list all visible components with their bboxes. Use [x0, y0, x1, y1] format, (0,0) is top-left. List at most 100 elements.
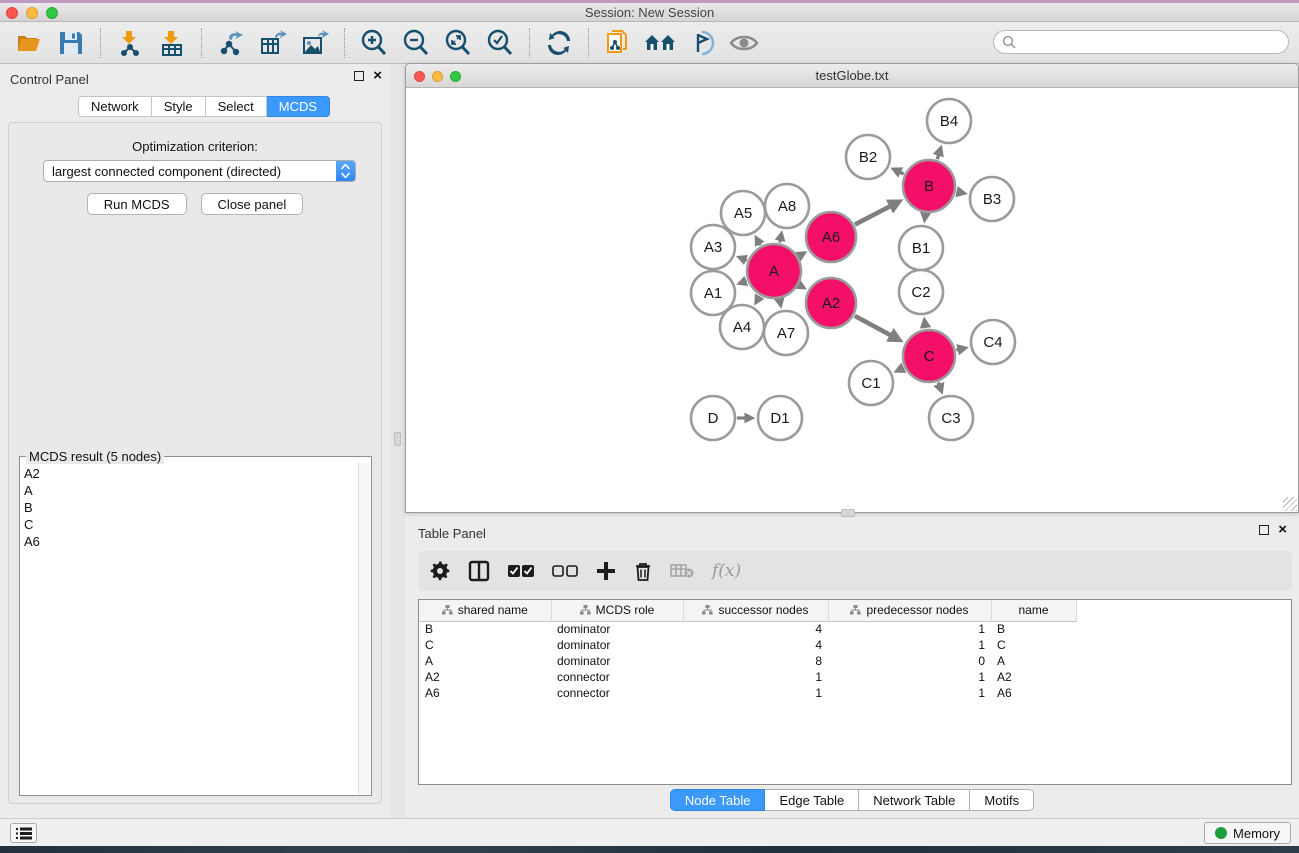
search-input[interactable]	[1022, 35, 1280, 49]
graph-edge[interactable]	[780, 235, 781, 242]
graph-edge[interactable]	[757, 296, 760, 301]
table-cell[interactable]: dominator	[551, 621, 683, 637]
table-cell[interactable]: 0	[828, 653, 991, 669]
import-table-icon[interactable]	[155, 26, 189, 60]
result-item[interactable]: A6	[22, 533, 357, 550]
tab-motifs[interactable]: Motifs	[970, 789, 1034, 811]
graph-edge[interactable]	[937, 150, 940, 159]
export-image-icon[interactable]	[298, 26, 332, 60]
export-network-icon[interactable]	[214, 26, 248, 60]
graph-edge[interactable]	[896, 170, 904, 174]
result-item[interactable]: C	[22, 516, 357, 533]
table-cell[interactable]: 1	[828, 669, 991, 685]
minimize-window-button[interactable]	[26, 7, 38, 19]
open-session-icon[interactable]	[12, 26, 46, 60]
table-row[interactable]: Bdominator41B	[419, 621, 1076, 637]
zoom-fit-icon[interactable]	[441, 26, 475, 60]
graph-edge[interactable]	[956, 349, 963, 351]
eye-icon[interactable]	[727, 26, 761, 60]
resize-grip-icon[interactable]	[1283, 497, 1297, 511]
graph-edge[interactable]	[799, 254, 803, 256]
graph-edge[interactable]	[925, 322, 926, 328]
graph-edge[interactable]	[799, 285, 802, 287]
column-header[interactable]: name	[991, 600, 1076, 621]
network-minimize-button[interactable]	[432, 71, 443, 82]
table-cell[interactable]: A6	[419, 685, 551, 701]
column-header[interactable]: successor nodes	[683, 600, 828, 621]
table-cell[interactable]: 1	[683, 685, 828, 701]
memory-button[interactable]: Memory	[1204, 822, 1291, 844]
graph-edge[interactable]	[780, 299, 781, 303]
table-row[interactable]: Adominator80A	[419, 653, 1076, 669]
tab-select[interactable]: Select	[206, 96, 267, 117]
import-network-icon[interactable]	[113, 26, 147, 60]
graph-edge[interactable]	[757, 240, 760, 246]
table-cell[interactable]: A	[419, 653, 551, 669]
zoom-window-button[interactable]	[46, 7, 58, 19]
vertical-splitter-handle[interactable]	[394, 432, 401, 446]
table-cell[interactable]: dominator	[551, 637, 683, 653]
network-window-titlebar[interactable]: testGlobe.txt	[406, 64, 1298, 88]
table-cell[interactable]: connector	[551, 669, 683, 685]
tab-style[interactable]: Style	[152, 96, 206, 117]
gear-icon[interactable]	[430, 561, 450, 581]
table-cell[interactable]: dominator	[551, 653, 683, 669]
trash-icon[interactable]	[634, 561, 652, 581]
float-panel-icon[interactable]	[354, 71, 364, 81]
new-network-from-selection-icon[interactable]	[601, 26, 635, 60]
result-scrollbar[interactable]	[358, 463, 370, 794]
horizontal-splitter-handle[interactable]	[841, 509, 855, 517]
table-cell[interactable]: 4	[683, 621, 828, 637]
table-cell[interactable]: C	[419, 637, 551, 653]
table-row[interactable]: A2connector11A2	[419, 669, 1076, 685]
hide-details-icon[interactable]	[685, 26, 719, 60]
table-cell[interactable]: 1	[683, 669, 828, 685]
table-row[interactable]: A6connector11A6	[419, 685, 1076, 701]
result-item[interactable]: B	[22, 499, 357, 516]
zoom-selected-icon[interactable]	[483, 26, 517, 60]
table-cell[interactable]: connector	[551, 685, 683, 701]
add-icon[interactable]	[596, 561, 616, 581]
network-close-button[interactable]	[414, 71, 425, 82]
criterion-dropdown[interactable]: largest connected component (directed)	[43, 160, 356, 182]
tab-network-table[interactable]: Network Table	[859, 789, 970, 811]
tab-edge-table[interactable]: Edge Table	[765, 789, 859, 811]
checked-boxes-icon[interactable]	[508, 564, 534, 578]
graph-edge[interactable]	[855, 203, 896, 225]
table-cell[interactable]: A2	[419, 669, 551, 685]
close-window-button[interactable]	[6, 7, 18, 19]
table-cell[interactable]: 1	[828, 621, 991, 637]
table-row[interactable]: Cdominator41C	[419, 637, 1076, 653]
graph-edge[interactable]	[925, 214, 926, 218]
table-cell[interactable]: 1	[828, 637, 991, 653]
table-cell[interactable]: B	[991, 621, 1076, 637]
close-panel-button[interactable]: Close panel	[201, 193, 304, 215]
tab-mcds[interactable]: MCDS	[267, 96, 330, 117]
table-cell[interactable]: 8	[683, 653, 828, 669]
table-cell[interactable]: B	[419, 621, 551, 637]
graph-edge[interactable]	[938, 382, 940, 389]
tab-network[interactable]: Network	[78, 96, 152, 117]
tab-node-table[interactable]: Node Table	[670, 789, 766, 811]
close-panel-icon[interactable]: ×	[373, 71, 382, 81]
delete-table-icon[interactable]	[670, 563, 694, 579]
graph-edge[interactable]	[855, 316, 897, 339]
refresh-layout-icon[interactable]	[542, 26, 576, 60]
float-table-panel-icon[interactable]	[1259, 525, 1269, 535]
run-mcds-button[interactable]: Run MCDS	[87, 193, 187, 215]
table-cell[interactable]: A2	[991, 669, 1076, 685]
column-header[interactable]: MCDS role	[551, 600, 683, 621]
result-item[interactable]: A	[22, 482, 357, 499]
graph-edge[interactable]	[899, 368, 904, 370]
function-icon[interactable]: f(x)	[712, 561, 741, 581]
table-cell[interactable]: C	[991, 637, 1076, 653]
zoom-out-icon[interactable]	[399, 26, 433, 60]
split-columns-icon[interactable]	[468, 560, 490, 582]
zoom-in-icon[interactable]	[357, 26, 391, 60]
network-zoom-button[interactable]	[450, 71, 461, 82]
network-canvas[interactable]: B4B2BB3A5A8A6A3AB1A1A2C2A4A7C4CC1C3DD1	[407, 89, 1297, 512]
unchecked-boxes-icon[interactable]	[552, 564, 578, 578]
houses-icon[interactable]	[643, 26, 677, 60]
table-cell[interactable]: 4	[683, 637, 828, 653]
column-header[interactable]: shared name	[419, 600, 551, 621]
